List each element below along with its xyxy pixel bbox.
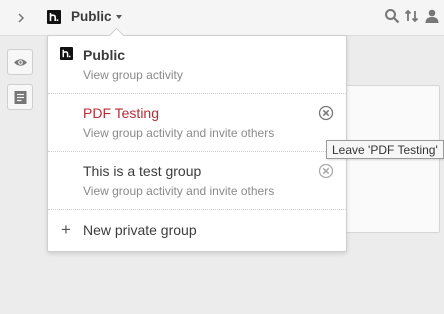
group-item-title: Public bbox=[83, 47, 126, 63]
group-item-subtitle: View group activity and invite others bbox=[83, 184, 275, 198]
new-private-group-label: New private group bbox=[83, 222, 197, 238]
sort-icon[interactable] bbox=[404, 8, 420, 24]
leave-icon[interactable] bbox=[318, 163, 334, 179]
group-item-title: PDF Testing bbox=[83, 105, 159, 121]
group-item-title: This is a test group bbox=[83, 163, 202, 179]
chevron-down-icon[interactable] bbox=[116, 15, 122, 19]
group-item-subtitle: View group activity bbox=[83, 68, 183, 82]
top-bar: Public bbox=[0, 0, 444, 36]
leave-icon[interactable] bbox=[318, 105, 334, 121]
show-highlights-button[interactable] bbox=[7, 49, 33, 75]
chevron-right-icon[interactable] bbox=[14, 11, 28, 25]
user-icon[interactable] bbox=[424, 8, 440, 24]
group-item-test-group[interactable]: This is a test group View group activity… bbox=[48, 152, 346, 210]
group-item-subtitle: View group activity and invite others bbox=[83, 126, 275, 140]
group-item-public[interactable]: Public View group activity bbox=[48, 36, 346, 94]
page-notes-button[interactable] bbox=[7, 84, 33, 110]
new-private-group-button[interactable]: + New private group bbox=[48, 210, 346, 252]
search-icon[interactable] bbox=[384, 8, 400, 24]
hypothesis-logo-icon bbox=[60, 47, 73, 60]
leave-group-tooltip: Leave 'PDF Testing' bbox=[326, 140, 444, 159]
plus-icon: + bbox=[61, 220, 71, 239]
group-dropdown-menu: Public View group activity PDF Testing V… bbox=[47, 35, 347, 252]
hypothesis-logo-icon[interactable] bbox=[47, 10, 61, 24]
group-selector-label[interactable]: Public bbox=[71, 9, 112, 24]
group-item-pdf-testing[interactable]: PDF Testing View group activity and invi… bbox=[48, 94, 346, 152]
